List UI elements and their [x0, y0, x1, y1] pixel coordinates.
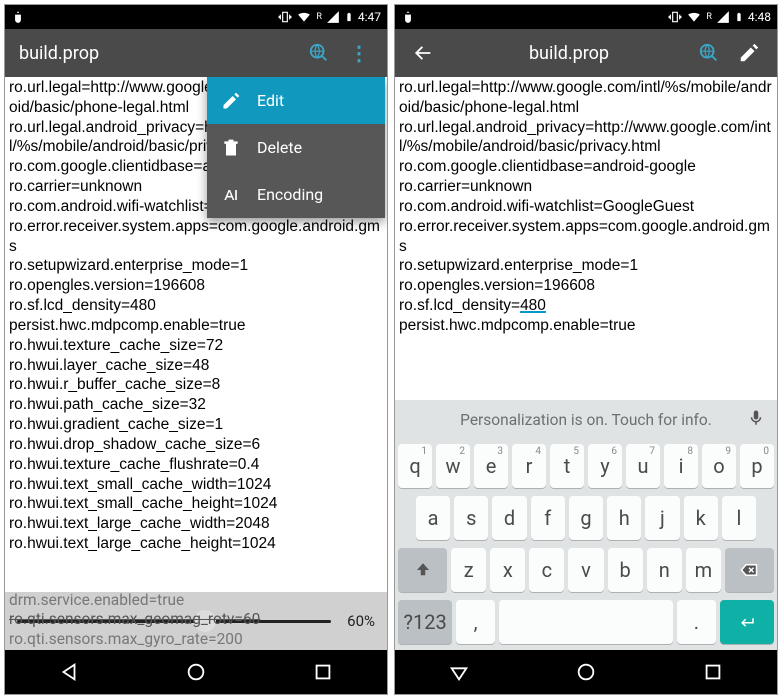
phone-right: R 4:48 build.prop ro.url.legal=http://ww… [394, 4, 778, 695]
key-p[interactable]: 0p [740, 444, 774, 488]
phone-left: R 4:47 build.prop ⋮ ro.url.legal=http://… [4, 4, 388, 695]
context-menu: Edit Delete Encoding [207, 77, 385, 218]
key-b[interactable]: b [608, 548, 643, 592]
key-x[interactable]: x [490, 548, 525, 592]
status-time: 4:48 [748, 10, 771, 24]
key-j[interactable]: j [645, 496, 679, 540]
vibrate-icon [668, 10, 682, 24]
signal-icon [326, 10, 340, 24]
overlay-lines: drm.service.enabled=true ro.qti.sensors.… [9, 591, 387, 650]
vibrate-icon [278, 10, 292, 24]
menu-edit[interactable]: Edit [207, 77, 385, 124]
key-r[interactable]: 4r [512, 444, 546, 488]
debug-icon [11, 10, 25, 24]
menu-encoding[interactable]: Encoding [207, 171, 385, 218]
page-title: build.prop [443, 43, 689, 64]
file-content[interactable]: ro.url.legal=http://www.google.com/intl/… [5, 77, 387, 650]
battery-icon [734, 10, 744, 24]
nav-bar [5, 650, 387, 694]
status-time: 4:47 [358, 10, 381, 24]
key-d[interactable]: d [492, 496, 526, 540]
key-t[interactable]: 5t [550, 444, 584, 488]
key-z[interactable]: z [451, 548, 486, 592]
key-comma[interactable]: , [456, 600, 495, 644]
wifi-icon [296, 10, 312, 24]
key-a[interactable]: a [416, 496, 450, 540]
battery-icon [344, 10, 354, 24]
debug-icon [401, 10, 415, 24]
key-period[interactable]: . [677, 600, 716, 644]
key-i[interactable]: 8i [664, 444, 698, 488]
key-g[interactable]: g [569, 496, 603, 540]
key-symbols[interactable]: ?123 [398, 600, 452, 644]
search-button[interactable] [299, 33, 339, 73]
wifi-icon [686, 10, 702, 24]
encoding-icon [221, 185, 241, 205]
key-shift[interactable] [398, 548, 447, 592]
key-k[interactable]: k [684, 496, 718, 540]
app-bar: build.prop [395, 29, 777, 77]
key-e[interactable]: 3e [474, 444, 508, 488]
key-v[interactable]: v [568, 548, 603, 592]
overflow-menu-button[interactable]: ⋮ [339, 33, 379, 73]
back-button[interactable] [403, 33, 443, 73]
mic-icon[interactable] [747, 409, 765, 431]
key-h[interactable]: h [607, 496, 641, 540]
nav-recent[interactable] [293, 661, 353, 683]
keyboard: 1q2w3e4r5t6y7u8i9o0p asdfghjkl zxcvbnm ?… [395, 440, 777, 650]
nav-bar [395, 650, 777, 694]
menu-delete[interactable]: Delete [207, 124, 385, 171]
key-u[interactable]: 7u [626, 444, 660, 488]
nav-home[interactable] [166, 661, 226, 683]
nav-back-ime[interactable] [429, 661, 489, 683]
status-bar: R 4:47 [5, 5, 387, 29]
edit-button[interactable] [729, 33, 769, 73]
key-y[interactable]: 6y [588, 444, 622, 488]
key-o[interactable]: 9o [702, 444, 736, 488]
key-f[interactable]: f [531, 496, 565, 540]
nav-back[interactable] [39, 661, 99, 683]
trash-icon [221, 138, 241, 158]
key-m[interactable]: m [686, 548, 721, 592]
file-content[interactable]: ro.url.legal=http://www.google.com/intl/… [395, 77, 777, 400]
key-backspace[interactable] [725, 548, 774, 592]
nav-recent[interactable] [683, 661, 743, 683]
key-l[interactable]: l [722, 496, 756, 540]
key-n[interactable]: n [647, 548, 682, 592]
pencil-icon [221, 91, 241, 111]
text-body[interactable]: ro.url.legal=http://www.google.com/intl/… [395, 77, 777, 337]
key-s[interactable]: s [454, 496, 488, 540]
key-w[interactable]: 2w [436, 444, 470, 488]
key-c[interactable]: c [529, 548, 564, 592]
search-button[interactable] [689, 33, 729, 73]
key-space[interactable] [499, 600, 673, 644]
page-title: build.prop [13, 43, 299, 64]
app-bar: build.prop ⋮ [5, 29, 387, 77]
keyboard-suggestion-bar[interactable]: Personalization is on. Touch for info. [395, 400, 777, 440]
key-q[interactable]: 1q [398, 444, 432, 488]
signal-icon [716, 10, 730, 24]
nav-home[interactable] [556, 661, 616, 683]
key-enter[interactable] [720, 600, 774, 644]
status-bar: R 4:48 [395, 5, 777, 29]
